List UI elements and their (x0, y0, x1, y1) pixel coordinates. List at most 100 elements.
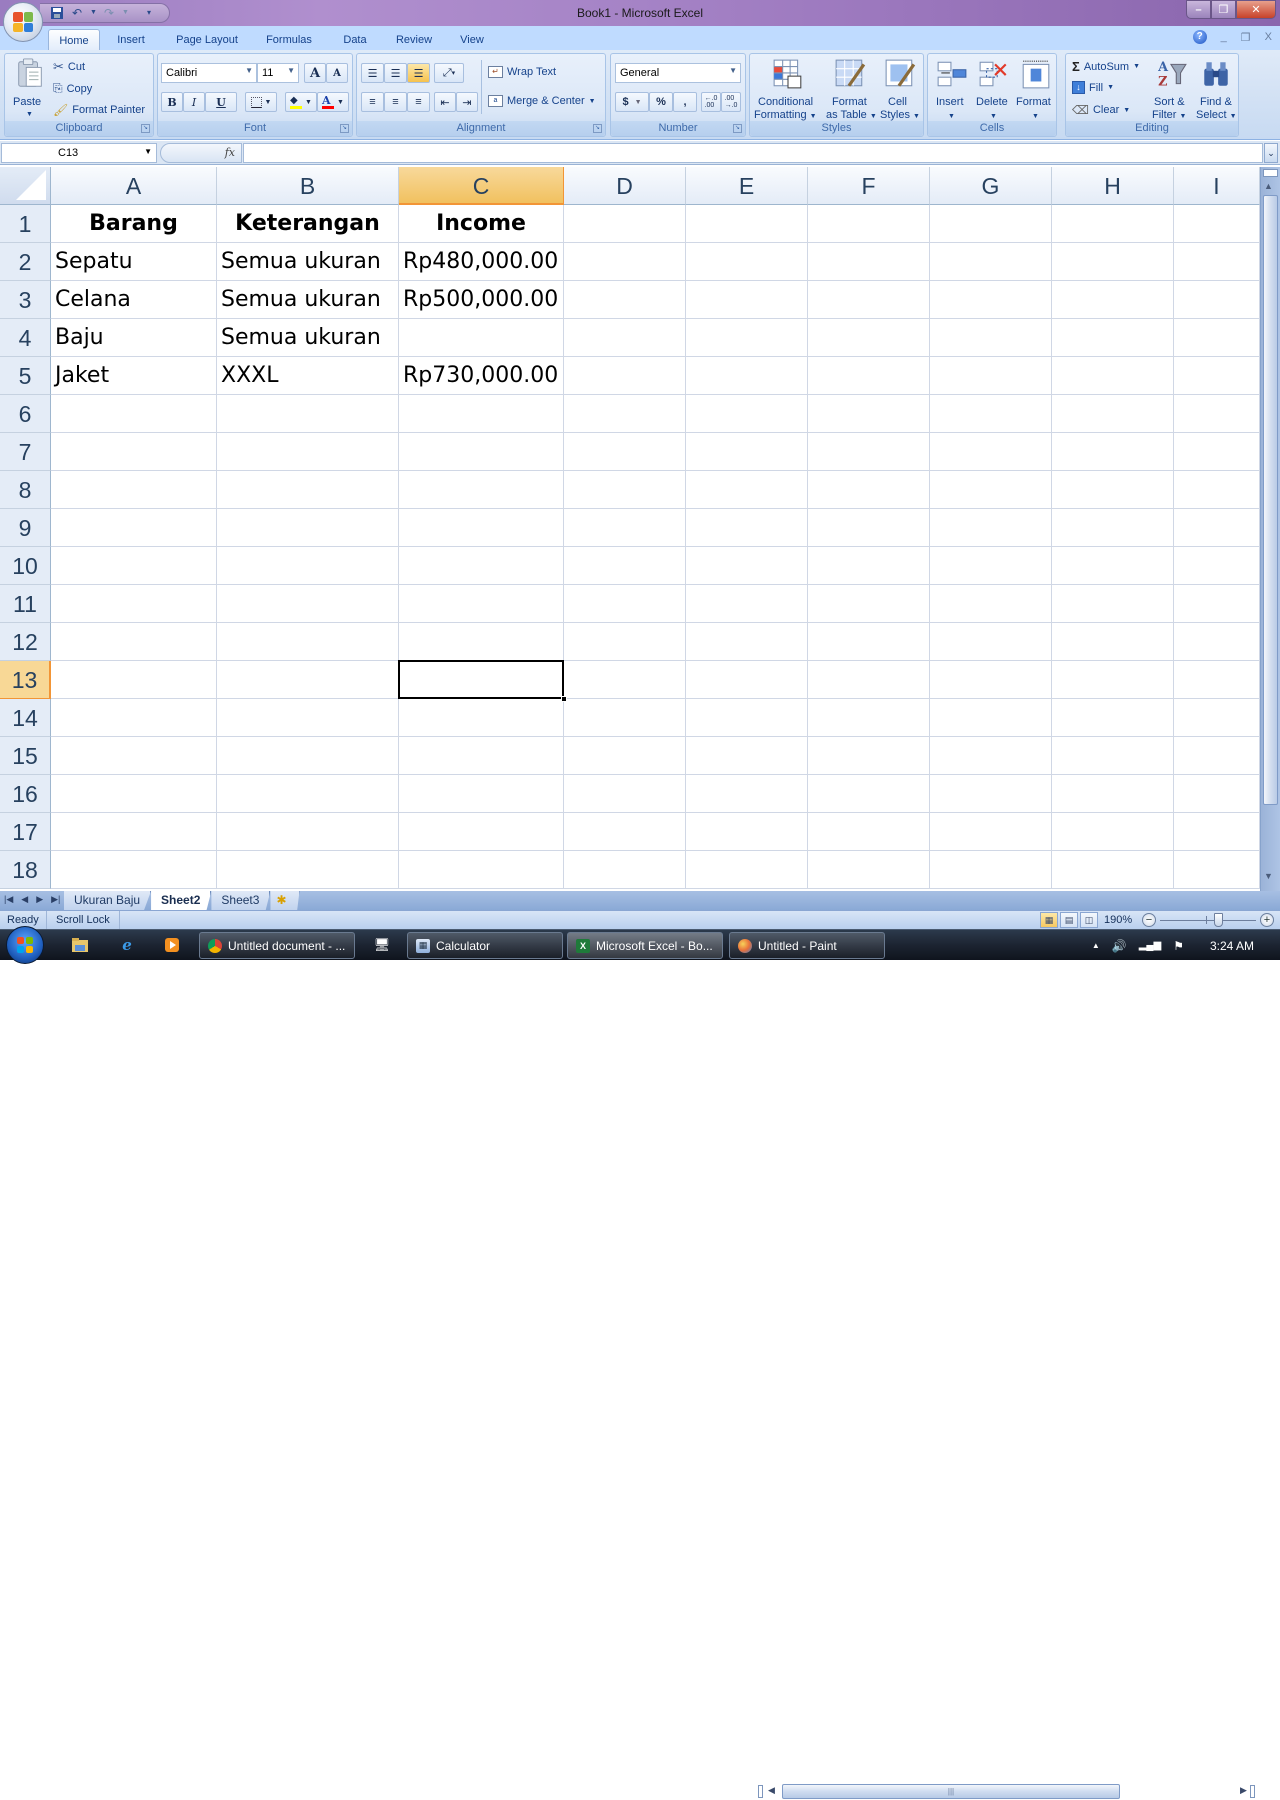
cell-i18[interactable] (1174, 851, 1260, 889)
cell-d18[interactable] (564, 851, 686, 889)
cell-b11[interactable] (217, 585, 399, 623)
cell-a17[interactable] (51, 813, 217, 851)
insert-cells-button[interactable]: Insert ▼ (930, 56, 972, 120)
insert-function-button[interactable]: fx (160, 143, 242, 163)
cell-g5[interactable] (930, 357, 1052, 395)
cell-a6[interactable] (51, 395, 217, 433)
formula-input[interactable] (243, 143, 1263, 163)
taskbar-window-paint[interactable]: Untitled - Paint (729, 932, 885, 959)
cell-b9[interactable] (217, 509, 399, 547)
cell-e4[interactable] (686, 319, 808, 357)
cell-g18[interactable] (930, 851, 1052, 889)
cell-b5[interactable]: XXXL (217, 357, 399, 395)
cell-g16[interactable] (930, 775, 1052, 813)
cell-i10[interactable] (1174, 547, 1260, 585)
taskbar-window-excel[interactable]: X Microsoft Excel - Bo... (567, 932, 723, 959)
scroll-left-icon[interactable]: ◀ (768, 1785, 775, 1796)
explorer-icon[interactable] (70, 935, 90, 955)
cell-f7[interactable] (808, 433, 930, 471)
cell-f14[interactable] (808, 699, 930, 737)
minimize-button[interactable]: – (1186, 0, 1211, 19)
cell-i14[interactable] (1174, 699, 1260, 737)
find-select-button[interactable]: Find & Select ▼ (1194, 56, 1238, 121)
cell-e7[interactable] (686, 433, 808, 471)
cell-g8[interactable] (930, 471, 1052, 509)
orientation-button[interactable]: ⤢ ▾ (434, 63, 464, 83)
name-box[interactable]: C13 ▼ (1, 143, 157, 163)
cell-a13[interactable] (51, 661, 217, 699)
cell-b7[interactable] (217, 433, 399, 471)
cell-e15[interactable] (686, 737, 808, 775)
number-launcher-icon[interactable]: ↘ (733, 124, 742, 133)
cell-f4[interactable] (808, 319, 930, 357)
cell-b18[interactable] (217, 851, 399, 889)
cell-c5[interactable]: Rp730,000.00 (399, 357, 564, 395)
zoom-slider-thumb[interactable] (1214, 913, 1223, 927)
cell-b10[interactable] (217, 547, 399, 585)
sheet-tab-sheet3[interactable]: Sheet3 (211, 891, 271, 910)
first-sheet-icon[interactable]: |◀ (4, 894, 13, 905)
merge-center-button[interactable]: a Merge & Center ▼ (488, 95, 596, 107)
cell-c4[interactable] (399, 319, 564, 357)
row-header-17[interactable]: 17 (0, 813, 51, 851)
font-size-combo[interactable]: 11 ▼ (257, 63, 299, 83)
column-header-g[interactable]: G (930, 167, 1052, 205)
cell-h3[interactable] (1052, 281, 1174, 319)
sheet-tab-ukuran-baju[interactable]: Ukuran Baju (64, 891, 152, 910)
row-header-16[interactable]: 16 (0, 775, 51, 813)
cell-d12[interactable] (564, 623, 686, 661)
cell-i1[interactable] (1174, 205, 1260, 243)
sheet-tab-sheet2[interactable]: Sheet2 (151, 891, 212, 910)
cell-c15[interactable] (399, 737, 564, 775)
alignment-launcher-icon[interactable]: ↘ (593, 124, 602, 133)
row-header-1[interactable]: 1 (0, 205, 51, 243)
cell-h18[interactable] (1052, 851, 1174, 889)
cell-g4[interactable] (930, 319, 1052, 357)
cell-f18[interactable] (808, 851, 930, 889)
cell-i8[interactable] (1174, 471, 1260, 509)
cell-f9[interactable] (808, 509, 930, 547)
cell-h11[interactable] (1052, 585, 1174, 623)
cell-a3[interactable]: Celana (51, 281, 217, 319)
format-cells-button[interactable]: Format ▼ (1014, 56, 1056, 120)
scroll-up-icon[interactable]: ▲ (1264, 181, 1273, 191)
cell-d13[interactable] (564, 661, 686, 699)
cell-h8[interactable] (1052, 471, 1174, 509)
horizontal-split-handle[interactable] (758, 1785, 763, 1798)
cell-a12[interactable] (51, 623, 217, 661)
cell-b1[interactable]: Keterangan (217, 205, 399, 243)
decrease-indent-button[interactable]: ⇤ (434, 92, 456, 112)
tab-home[interactable]: Home (48, 29, 100, 50)
cell-d9[interactable] (564, 509, 686, 547)
prev-sheet-icon[interactable]: ◀ (21, 894, 28, 905)
zoom-in-button[interactable]: + (1260, 913, 1274, 927)
row-header-9[interactable]: 9 (0, 509, 51, 547)
column-header-a[interactable]: A (51, 167, 217, 205)
cell-h4[interactable] (1052, 319, 1174, 357)
cell-b3[interactable]: Semua ukuran (217, 281, 399, 319)
help-icon[interactable]: ? (1192, 30, 1207, 44)
cell-h10[interactable] (1052, 547, 1174, 585)
cell-d14[interactable] (564, 699, 686, 737)
cell-c8[interactable] (399, 471, 564, 509)
tab-formulas[interactable]: Formulas (258, 29, 320, 50)
column-header-e[interactable]: E (686, 167, 808, 205)
cell-i5[interactable] (1174, 357, 1260, 395)
paste-button[interactable]: Paste ▼ (9, 56, 49, 118)
cell-g12[interactable] (930, 623, 1052, 661)
row-header-7[interactable]: 7 (0, 433, 51, 471)
cell-e1[interactable] (686, 205, 808, 243)
row-header-18[interactable]: 18 (0, 851, 51, 889)
wrap-text-button[interactable]: ↵ Wrap Text (488, 66, 556, 78)
cut-button[interactable]: ✂ Cut (53, 59, 85, 75)
cell-i7[interactable] (1174, 433, 1260, 471)
cell-i6[interactable] (1174, 395, 1260, 433)
cell-a5[interactable]: Jaket (51, 357, 217, 395)
cell-f17[interactable] (808, 813, 930, 851)
align-top-button[interactable]: ☰ (361, 63, 384, 83)
cell-d1[interactable] (564, 205, 686, 243)
cell-b14[interactable] (217, 699, 399, 737)
cell-d7[interactable] (564, 433, 686, 471)
comma-button[interactable]: , (673, 92, 697, 112)
taskbar-window-calculator[interactable]: ▦ Calculator (407, 932, 563, 959)
